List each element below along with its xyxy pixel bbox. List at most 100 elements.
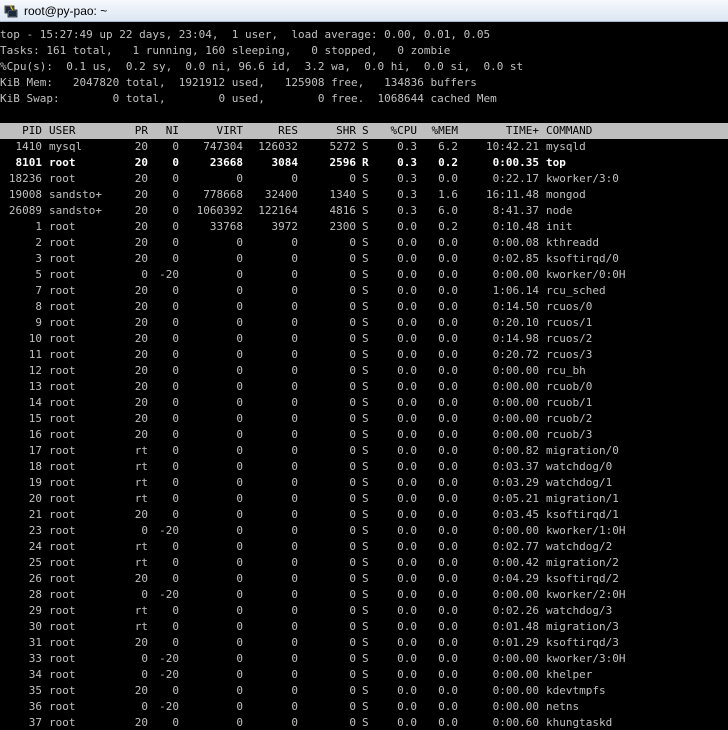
process-cell-mem: 0.0 — [438, 524, 458, 537]
process-cell-command: migration/2 — [546, 556, 619, 569]
process-row: 10 root 20 0 0 0 0 S 0.0 0.0 0:14.98 rcuos/2 — [0, 331, 728, 347]
process-cell-ni: -20 — [159, 668, 179, 681]
process-cell-shr: 0 — [349, 636, 356, 649]
process-cell-command: mongod — [546, 188, 586, 201]
process-cell-virt: 0 — [236, 396, 243, 409]
process-cell-time: 0:00.35 — [492, 156, 539, 169]
process-cell-ni: 0 — [172, 316, 179, 329]
process-cell-ni: 0 — [172, 412, 179, 425]
process-cell-res: 0 — [291, 444, 298, 457]
process-cell-user: root — [49, 604, 76, 617]
summary-swap-line: KiB Swap: 0 total, 0 used, 0 free. 10686… — [0, 92, 497, 105]
process-cell-command: migration/0 — [546, 444, 619, 457]
process-cell-virt: 0 — [236, 540, 243, 553]
process-cell-s: S — [362, 188, 369, 201]
terminal-screen[interactable]: top - 15:27:49 up 22 days, 23:04, 1 user… — [0, 22, 728, 730]
process-cell-user: root — [49, 380, 76, 393]
process-cell-res: 0 — [291, 556, 298, 569]
process-cell-pid: 24 — [28, 540, 42, 553]
process-cell-time: 0:00.00 — [492, 396, 539, 409]
process-cell-pid: 30 — [28, 620, 42, 633]
column-header-pid: PID — [22, 124, 42, 137]
process-cell-pid: 3 — [35, 252, 42, 265]
process-cell-shr: 0 — [349, 236, 356, 249]
process-cell-ni: 0 — [172, 572, 179, 585]
process-cell-pid: 11 — [28, 348, 42, 361]
process-cell-pr: 20 — [134, 348, 148, 361]
process-cell-pr: rt — [134, 540, 148, 553]
summary-cpu-line: %Cpu(s): 0.1 us, 0.2 sy, 0.0 ni, 96.6 id… — [0, 60, 524, 73]
process-cell-res: 0 — [291, 652, 298, 665]
column-header-mem: %MEM — [431, 124, 459, 137]
process-row: 5 root 0 -20 0 0 0 S 0.0 0.0 0:00.00 kworker/0:0H — [0, 267, 728, 283]
process-cell-pid: 19008 — [8, 188, 42, 201]
process-cell-pr: 0 — [141, 588, 148, 601]
process-cell-time: 0:00.60 — [492, 716, 539, 729]
process-cell-user: root — [49, 636, 76, 649]
process-cell-ni: 0 — [172, 204, 179, 217]
process-row: 36 root 0 -20 0 0 0 S 0.0 0.0 0:00.00 netns — [0, 699, 728, 715]
process-cell-pr: 20 — [134, 636, 148, 649]
process-cell-pr: rt — [134, 460, 148, 473]
process-cell-command: khungtaskd — [546, 716, 613, 729]
process-cell-mem: 6.0 — [438, 204, 458, 217]
process-cell-shr: 0 — [349, 604, 356, 617]
process-cell-res: 0 — [291, 492, 298, 505]
process-cell-cpu: 0.3 — [397, 172, 417, 185]
process-cell-cpu: 0.0 — [397, 348, 417, 361]
process-cell-res: 0 — [291, 668, 298, 681]
process-cell-res: 0 — [291, 604, 298, 617]
window-titlebar[interactable]: root@py-pao: ~ — [0, 0, 728, 22]
process-cell-cpu: 0.0 — [397, 668, 417, 681]
process-cell-virt: 0 — [236, 412, 243, 425]
process-cell-s: S — [362, 252, 369, 265]
column-header-shr: SHR — [336, 124, 356, 137]
process-cell-user: mysql — [49, 140, 83, 153]
process-cell-res: 0 — [291, 508, 298, 521]
process-cell-mem: 0.0 — [438, 716, 458, 729]
process-cell-virt: 0 — [236, 620, 243, 633]
process-cell-ni: -20 — [159, 524, 179, 537]
process-cell-virt: 0 — [236, 252, 243, 265]
process-cell-command: ksoftirqd/2 — [546, 572, 619, 585]
process-cell-cpu: 0.0 — [397, 716, 417, 729]
process-cell-command: kdevtmpfs — [546, 684, 606, 697]
process-cell-pid: 13 — [28, 380, 42, 393]
process-cell-ni: -20 — [159, 268, 179, 281]
process-cell-command: netns — [546, 700, 580, 713]
process-cell-user: root — [49, 172, 76, 185]
process-cell-shr: 0 — [349, 476, 356, 489]
process-cell-time: 0:20.10 — [492, 316, 539, 329]
process-cell-res: 3084 — [271, 156, 299, 169]
process-row: 3 root 20 0 0 0 0 S 0.0 0.0 0:02.85 ksoftirqd/0 — [0, 251, 728, 267]
process-cell-s: S — [362, 604, 369, 617]
process-cell-s: S — [362, 428, 369, 441]
process-row: 8 root 20 0 0 0 0 S 0.0 0.0 0:14.50 rcuos/0 — [0, 299, 728, 315]
process-cell-virt: 0 — [236, 572, 243, 585]
process-cell-cpu: 0.0 — [397, 300, 417, 313]
process-cell-pid: 15 — [28, 412, 42, 425]
process-cell-s: S — [362, 636, 369, 649]
process-cell-mem: 0.0 — [438, 620, 458, 633]
process-cell-user: root — [49, 540, 76, 553]
process-cell-user: root — [49, 284, 76, 297]
process-cell-shr: 2596 — [329, 156, 357, 169]
process-cell-cpu: 0.3 — [397, 204, 417, 217]
process-cell-time: 0:00.82 — [492, 444, 539, 457]
process-row: 30 root rt 0 0 0 0 S 0.0 0.0 0:01.48 migration/3 — [0, 619, 728, 635]
process-cell-ni: 0 — [172, 300, 179, 313]
process-cell-cpu: 0.0 — [397, 636, 417, 649]
process-cell-mem: 0.0 — [438, 396, 458, 409]
process-cell-ni: 0 — [172, 220, 179, 233]
process-cell-s: S — [362, 524, 369, 537]
process-cell-pid: 5 — [35, 268, 42, 281]
process-row: 35 root 20 0 0 0 0 S 0.0 0.0 0:00.00 kdevtmpfs — [0, 683, 728, 699]
process-cell-user: root — [49, 316, 76, 329]
process-cell-virt: 0 — [236, 508, 243, 521]
process-row: 18 root rt 0 0 0 0 S 0.0 0.0 0:03.37 watchdog/0 — [0, 459, 728, 475]
process-cell-pid: 28 — [28, 588, 42, 601]
process-cell-time: 0:01.29 — [492, 636, 539, 649]
process-cell-virt: 0 — [236, 268, 243, 281]
process-cell-user: root — [49, 236, 76, 249]
process-cell-mem: 0.0 — [438, 572, 458, 585]
